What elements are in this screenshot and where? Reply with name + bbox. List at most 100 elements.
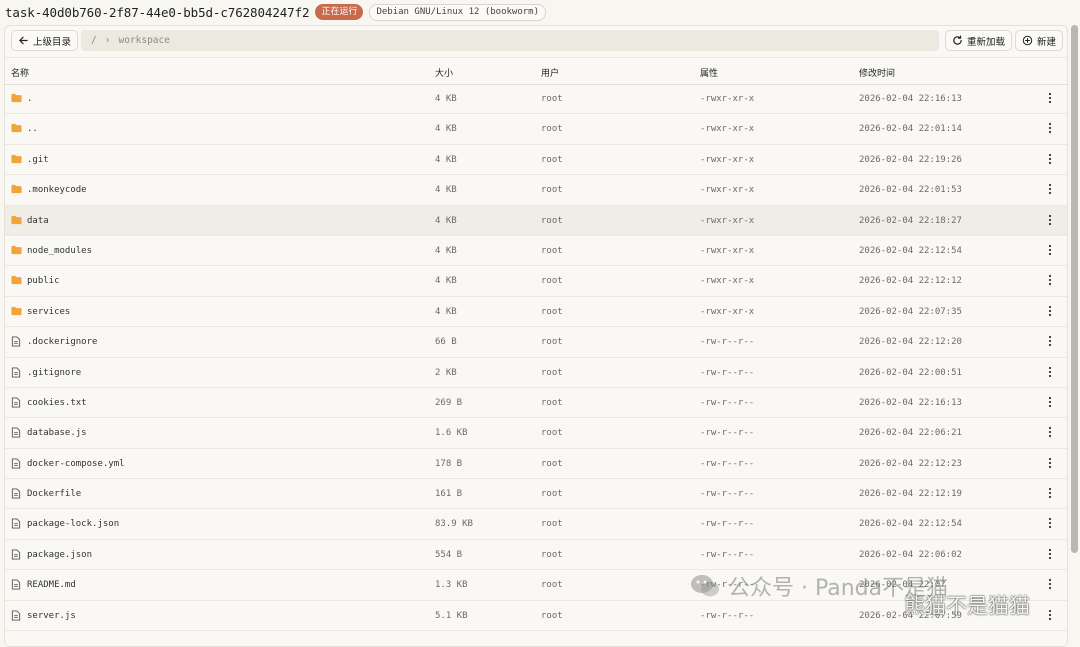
file-name[interactable]: cookies.txt — [27, 398, 87, 408]
table-row[interactable]: .dockerignore 66 B root -rw-r--r-- 2026-02-0… — [5, 327, 1067, 358]
file-name[interactable]: .gitignore — [27, 368, 81, 378]
column-name[interactable]: 名称 — [11, 66, 29, 79]
path-breadcrumb[interactable]: / › workspace — [81, 30, 939, 51]
file-name[interactable]: package-lock.json — [27, 519, 119, 529]
file-owner: root — [541, 124, 563, 135]
more-options-icon[interactable] — [1045, 396, 1055, 411]
table-row[interactable]: .git 4 KB root -rwxr-xr-x 2026-02-04 22:19:2… — [5, 145, 1067, 176]
file-size: 66 B — [435, 337, 457, 348]
file-name[interactable]: README.md — [27, 580, 76, 590]
file-modified-time: 2026-02-04 22:18:27 — [859, 215, 962, 226]
table-row[interactable]: .. 4 KB root -rwxr-xr-x 2026-02-04 22:01:14 — [5, 114, 1067, 145]
column-modified-time[interactable]: 修改时间 — [859, 66, 895, 79]
more-options-icon[interactable] — [1045, 183, 1055, 198]
folder-icon — [11, 275, 22, 288]
table-row[interactable]: docker-compose.yml 178 B root -rw-r--r-- 202… — [5, 449, 1067, 480]
arrow-left-icon — [19, 36, 28, 45]
file-size: 4 KB — [435, 306, 457, 317]
more-options-icon[interactable] — [1045, 214, 1055, 229]
task-title: task-40d0b760-2f87-44e0-bb5d-c762804247f… — [5, 4, 310, 20]
file-browser-panel: 上级目录 / › workspace 重新加载 新建 名称 大小 用户 属性 修… — [4, 25, 1068, 647]
more-options-icon[interactable] — [1045, 122, 1055, 137]
folder-icon — [11, 184, 22, 197]
file-modified-time: 2026-02-04 22:12:54 — [859, 519, 962, 530]
table-row[interactable]: node_modules 4 KB root -rwxr-xr-x 2026-02-04… — [5, 236, 1067, 267]
file-permissions: -rw-r--r-- — [700, 458, 755, 469]
more-options-icon[interactable] — [1045, 548, 1055, 563]
parent-directory-button[interactable]: 上级目录 — [11, 30, 79, 51]
breadcrumb-workspace[interactable]: workspace — [118, 35, 169, 46]
table-header: 名称 大小 用户 属性 修改时间 — [5, 57, 1067, 85]
file-permissions: -rw-r--r-- — [700, 580, 755, 591]
file-name[interactable]: Dockerfile — [27, 489, 81, 499]
file-name[interactable]: data — [27, 216, 49, 226]
file-name[interactable]: docker-compose.yml — [27, 459, 125, 469]
file-permissions: -rwxr-xr-x — [700, 245, 755, 256]
table-row[interactable]: .monkeycode 4 KB root -rwxr-xr-x 2026-02-04 … — [5, 175, 1067, 206]
more-options-icon[interactable] — [1045, 457, 1055, 472]
more-options-icon[interactable] — [1045, 92, 1055, 107]
file-owner: root — [541, 337, 563, 348]
table-row[interactable]: server.js 5.1 KB root -rw-r--r-- 2026-02-04 … — [5, 601, 1067, 632]
file-permissions: -rwxr-xr-x — [700, 154, 755, 165]
more-options-icon[interactable] — [1045, 426, 1055, 441]
file-name[interactable]: .dockerignore — [27, 337, 97, 347]
more-options-icon[interactable] — [1045, 244, 1055, 259]
breadcrumb-root[interactable]: / — [91, 35, 97, 46]
more-options-icon[interactable] — [1045, 153, 1055, 168]
column-permissions[interactable]: 属性 — [700, 66, 718, 79]
file-size: 4 KB — [435, 185, 457, 196]
file-owner: root — [541, 549, 563, 560]
file-size: 4 KB — [435, 245, 457, 256]
table-row[interactable]: Dockerfile 161 B root -rw-r--r-- 2026-02-04 … — [5, 479, 1067, 510]
column-size[interactable]: 大小 — [435, 66, 453, 79]
more-options-icon[interactable] — [1045, 517, 1055, 532]
file-name[interactable]: server.js — [27, 611, 76, 621]
more-options-icon[interactable] — [1045, 487, 1055, 502]
table-row[interactable]: database.js 1.6 KB root -rw-r--r-- 2026-02-0… — [5, 418, 1067, 449]
more-options-icon[interactable] — [1045, 305, 1055, 320]
reload-button[interactable]: 重新加载 — [945, 30, 1013, 51]
file-modified-time: 2026-02-04 22:07:35 — [859, 306, 962, 317]
folder-icon — [11, 245, 22, 258]
file-name[interactable]: .git — [27, 155, 49, 165]
file-name[interactable]: .monkeycode — [27, 185, 87, 195]
more-options-icon[interactable] — [1045, 578, 1055, 593]
file-icon — [11, 579, 21, 593]
file-size: 269 B — [435, 397, 463, 408]
file-name[interactable]: services — [27, 307, 70, 317]
table-row[interactable]: data 4 KB root -rwxr-xr-x 2026-02-04 22:18:2… — [5, 205, 1067, 236]
table-row[interactable]: . 4 KB root -rwxr-xr-x 2026-02-04 22:16:13 — [5, 84, 1067, 115]
table-row[interactable]: public 4 KB root -rwxr-xr-x 2026-02-04 22:12… — [5, 266, 1067, 297]
table-row[interactable]: cookies.txt 269 B root -rw-r--r-- 2026-02-04… — [5, 388, 1067, 419]
column-user[interactable]: 用户 — [541, 66, 559, 79]
file-icon — [11, 427, 21, 441]
file-name[interactable]: package.json — [27, 550, 92, 560]
file-modified-time: 2026-02-04 22:06:21 — [859, 428, 962, 439]
table-row[interactable]: README.md 1.3 KB root -rw-r--r-- 2026-02-04 … — [5, 570, 1067, 601]
file-name[interactable]: . — [27, 94, 32, 104]
file-name[interactable]: node_modules — [27, 246, 92, 256]
os-badge: Debian GNU/Linux 12 (bookworm) — [369, 3, 547, 21]
file-owner: root — [541, 185, 563, 196]
file-modified-time: 2026-02-04 22:07:59 — [859, 610, 962, 621]
more-options-icon[interactable] — [1045, 366, 1055, 381]
table-row[interactable]: services 4 KB root -rwxr-xr-x 2026-02-04 22:… — [5, 297, 1067, 328]
file-icon — [11, 397, 21, 411]
table-row[interactable]: .gitignore 2 KB root -rw-r--r-- 2026-02-04 2… — [5, 358, 1067, 388]
file-name[interactable]: .. — [27, 124, 38, 134]
file-owner: root — [541, 610, 563, 621]
table-row[interactable]: package.json 554 B root -rw-r--r-- 2026-02-0… — [5, 540, 1067, 571]
vertical-scrollbar[interactable] — [1071, 25, 1078, 553]
file-size: 1.6 KB — [435, 428, 468, 439]
more-options-icon[interactable] — [1045, 274, 1055, 289]
file-name[interactable]: public — [27, 276, 60, 286]
file-icon — [11, 549, 21, 563]
table-row[interactable]: package-lock.json 83.9 KB root -rw-r--r-- 20… — [5, 509, 1067, 540]
more-options-icon[interactable] — [1045, 335, 1055, 350]
file-size: 178 B — [435, 458, 463, 469]
file-owner: root — [541, 489, 563, 500]
new-button[interactable]: 新建 — [1015, 30, 1064, 51]
more-options-icon[interactable] — [1045, 609, 1055, 624]
file-name[interactable]: database.js — [27, 428, 87, 438]
